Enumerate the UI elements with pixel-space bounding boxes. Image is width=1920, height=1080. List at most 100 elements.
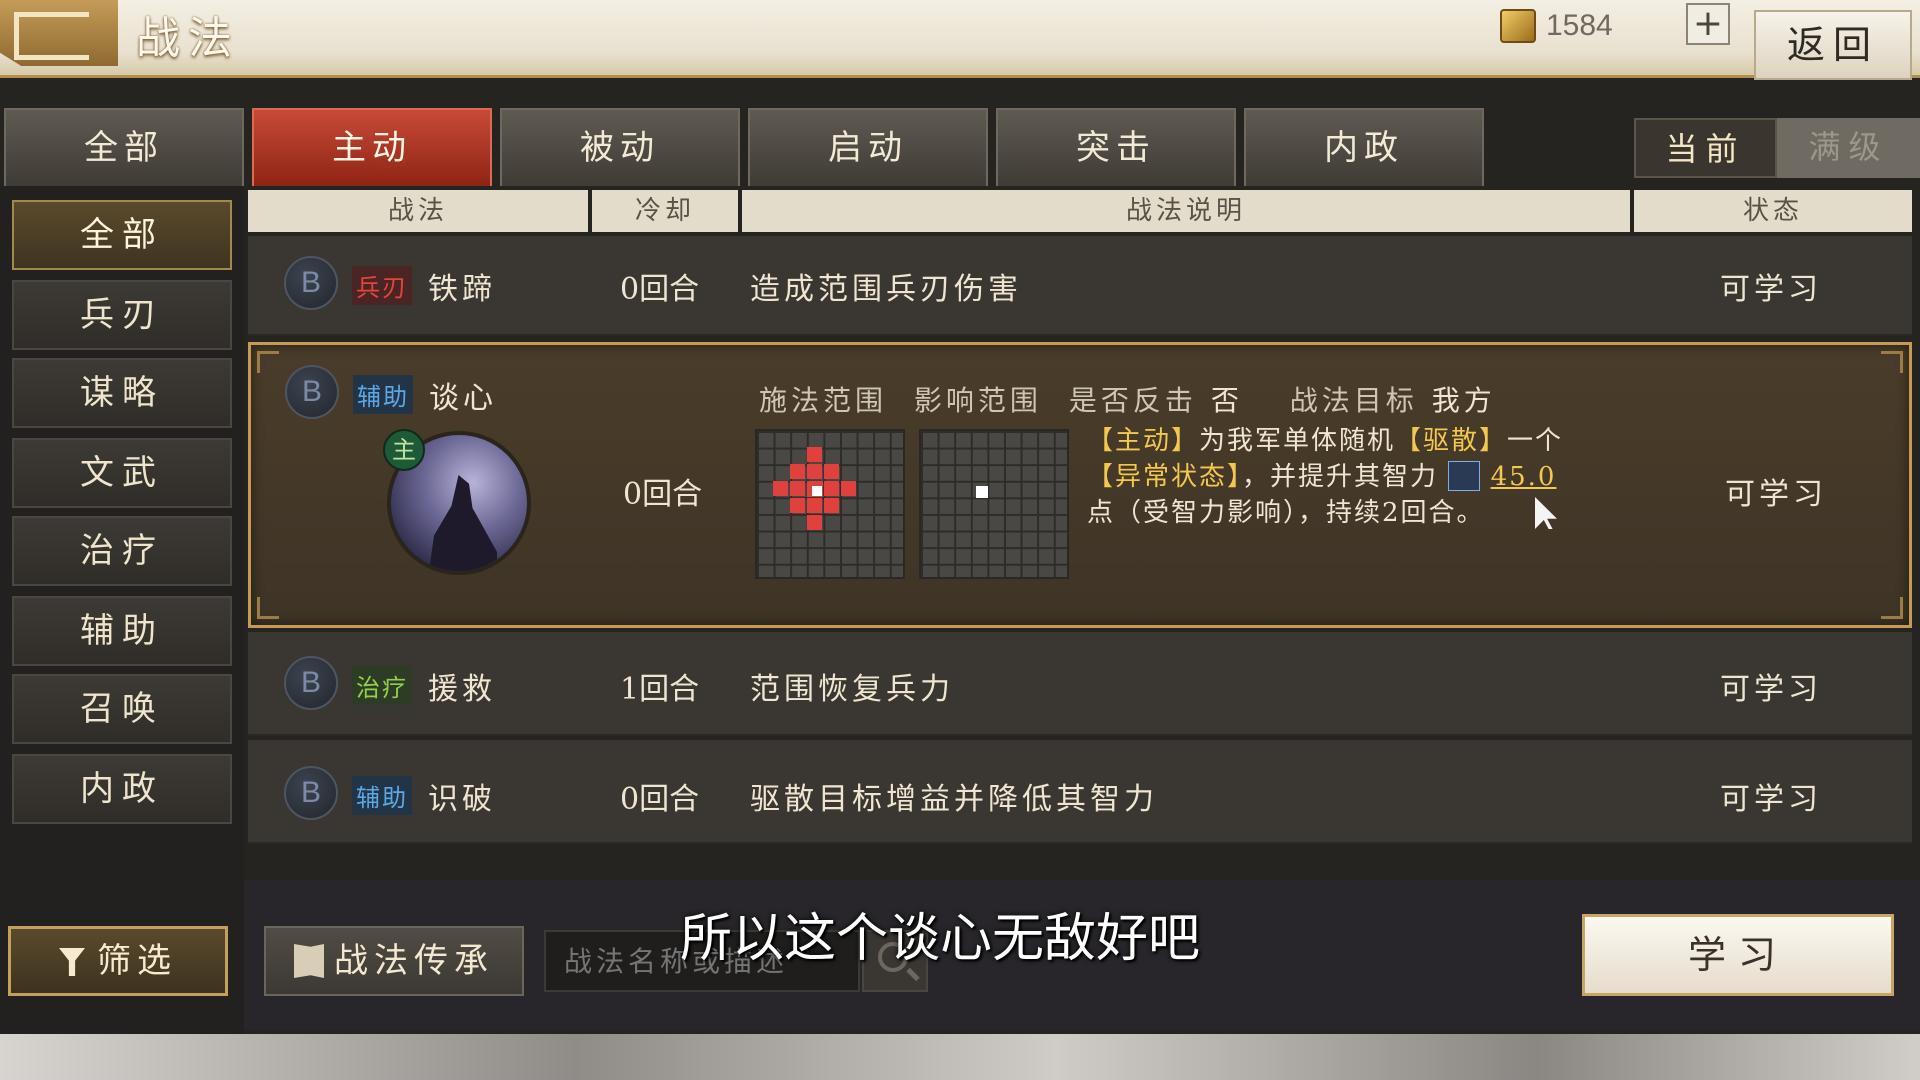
sidebar-item-summon[interactable]: 召唤: [12, 674, 232, 744]
table-row[interactable]: B 治疗 援救 1回合 范围恢复兵力 可学习: [248, 632, 1912, 736]
table-row-selected[interactable]: B 辅助 谈心 主 0回合 施法范围 影响范围 是否反击否 战法目标 我方 【主动…: [248, 342, 1912, 628]
skill-name: 识破: [428, 782, 496, 817]
cast-range-grid: [755, 429, 905, 579]
corner-ornament: [1881, 597, 1903, 619]
grade-badge: B: [284, 766, 338, 820]
sidebar-item-internal[interactable]: 内政: [12, 754, 232, 824]
skill-name: 援救: [428, 672, 496, 707]
column-header-desc: 战法说明: [742, 190, 1630, 232]
skill-name: 铁蹄: [428, 272, 496, 307]
skill-status: 可学习: [1725, 477, 1827, 512]
sidebar-item-hybrid[interactable]: 文武: [12, 438, 232, 508]
cast-range-label: 施法范围: [759, 384, 888, 417]
target-label: 战法目标: [1289, 384, 1418, 417]
title-emblem-icon: [0, 0, 118, 66]
detail-keyword: 【主动】: [1087, 426, 1200, 456]
range-cell: [824, 498, 839, 513]
sidebar-item-blade[interactable]: 兵刃: [12, 280, 232, 350]
sidebar-item-strategy[interactable]: 谋略: [12, 358, 232, 428]
skill-description: 驱散目标增益并降低其智力: [750, 782, 1158, 817]
range-cell: [824, 481, 839, 496]
sidebar-item-heal[interactable]: 治疗: [12, 516, 232, 586]
range-cell: [790, 481, 805, 496]
range-cell: [807, 515, 822, 530]
tab-assault[interactable]: 突击: [996, 108, 1236, 186]
skill-name: 谈心: [429, 381, 497, 416]
target-value: 我方: [1431, 384, 1496, 417]
origin-cell: [976, 486, 988, 498]
learn-button[interactable]: 学习: [1582, 914, 1894, 996]
inherit-label: 战法传承: [334, 941, 494, 981]
level-max-button[interactable]: 满级: [1777, 118, 1920, 178]
range-cell: [790, 498, 805, 513]
effect-range-grid: [919, 429, 1069, 579]
skill-cooldown: 0回合: [623, 477, 703, 512]
skill-cooldown: 0回合: [620, 782, 700, 817]
corner-ornament: [257, 597, 279, 619]
level-current-button[interactable]: 当前: [1634, 118, 1777, 178]
origin-cell: [812, 486, 822, 496]
range-cell: [807, 464, 822, 479]
detail-text-segment: ，并提升其智力: [1242, 462, 1439, 492]
grade-badge: B: [284, 256, 338, 310]
skill-description: 造成范围兵刃伤害: [750, 272, 1022, 307]
sidebar-item-all[interactable]: 全部: [12, 200, 232, 270]
detail-keyword: 【驱散】: [1395, 426, 1508, 456]
grade-badge: B: [284, 656, 338, 710]
skill-status: 可学习: [1720, 272, 1822, 307]
range-cell: [807, 498, 822, 513]
effect-range-label: 影响范围: [913, 384, 1042, 417]
range-cell: [790, 464, 805, 479]
skill-cooldown: 1回合: [620, 672, 700, 707]
skill-description: 范围恢复兵力: [750, 672, 954, 707]
level-toggle: 当前 满级: [1634, 118, 1920, 178]
main-commander-badge: 主: [383, 429, 425, 471]
counter-value: 否: [1210, 384, 1243, 417]
filter-label: 筛选: [97, 941, 177, 981]
column-header-name: 战法: [248, 190, 588, 232]
return-button[interactable]: 返回: [1754, 10, 1912, 80]
header-bar: 战法 1584 + 返回: [0, 0, 1920, 80]
corner-ornament: [1881, 351, 1903, 373]
range-cell: [807, 447, 822, 462]
column-header-status: 状态: [1634, 190, 1912, 232]
detail-value: 45.0: [1490, 462, 1557, 492]
tab-active[interactable]: 主动: [252, 108, 492, 186]
skill-status: 可学习: [1720, 782, 1822, 817]
grade-badge: B: [285, 365, 339, 419]
skill-cooldown: 0回合: [620, 272, 700, 307]
detail-text-segment: 为我军单体随机: [1199, 426, 1396, 456]
footer-decoration: [0, 1034, 1920, 1080]
currency-icon: [1500, 9, 1536, 43]
video-subtitle: 所以这个谈心无敌好吧: [680, 909, 1201, 969]
range-cell: [824, 464, 839, 479]
book-icon: [294, 944, 324, 978]
intelligence-icon: [1448, 461, 1481, 491]
sidebar-item-assist[interactable]: 辅助: [12, 596, 232, 666]
range-cell: [841, 481, 856, 496]
add-currency-button[interactable]: +: [1686, 3, 1730, 45]
detail-keyword: 【异常状态】: [1087, 462, 1243, 492]
type-tag: 治疗: [352, 666, 412, 705]
table-row[interactable]: B 辅助 识破 0回合 驱散目标增益并降低其智力 可学习: [248, 740, 1912, 844]
counter-label: 是否反击: [1068, 384, 1197, 417]
type-tag: 辅助: [352, 776, 412, 815]
page-title: 战法: [136, 13, 240, 64]
tab-all[interactable]: 全部: [4, 108, 244, 186]
skill-attributes: 施法范围 影响范围 是否反击否 战法目标 我方: [759, 379, 1530, 419]
tab-passive[interactable]: 被动: [500, 108, 740, 186]
currency-value: 1584: [1546, 9, 1613, 42]
type-tag: 兵刃: [352, 266, 412, 305]
table-header: 战法 冷却 战法说明 状态: [248, 190, 1912, 232]
column-header-cooldown: 冷却: [592, 190, 738, 232]
range-cell: [773, 481, 788, 496]
type-tag: 辅助: [353, 375, 413, 414]
tab-trigger[interactable]: 启动: [748, 108, 988, 186]
tab-internal[interactable]: 内政: [1244, 108, 1484, 186]
detail-text-segment: 点（受智力影响），持续2回合。: [1087, 498, 1485, 528]
skill-status: 可学习: [1720, 672, 1822, 707]
filter-button[interactable]: 筛选: [8, 926, 228, 996]
corner-ornament: [257, 351, 279, 373]
skill-inherit-button[interactable]: 战法传承: [264, 926, 524, 996]
table-row[interactable]: B 兵刃 铁蹄 0回合 造成范围兵刃伤害 可学习: [248, 236, 1912, 336]
